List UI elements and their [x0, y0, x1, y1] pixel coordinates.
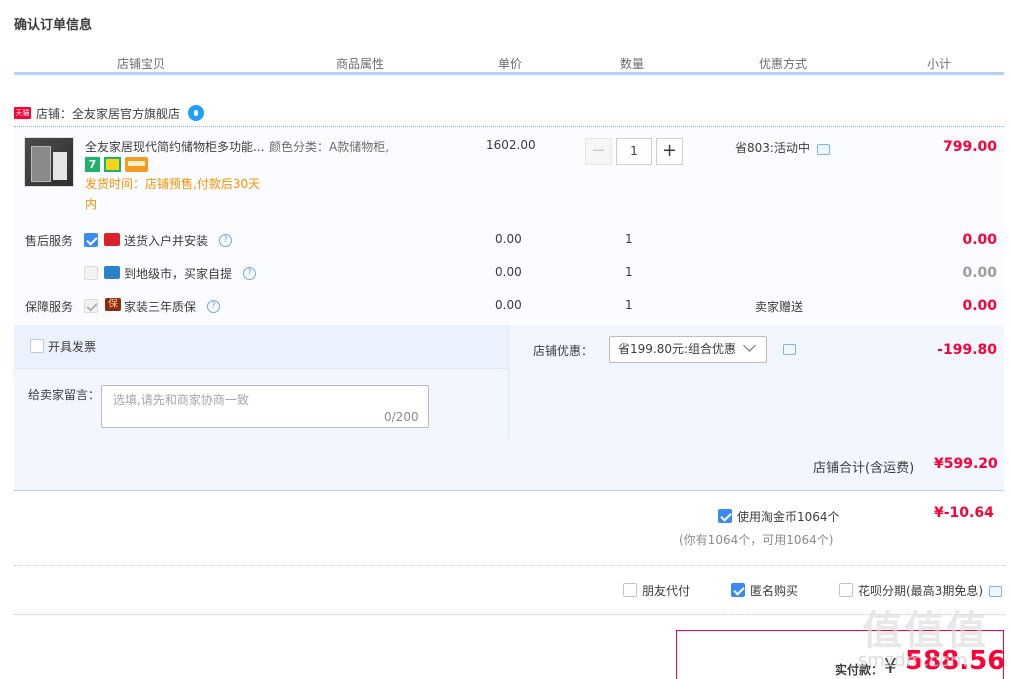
product-thumbnail[interactable] — [24, 137, 74, 187]
shop-discount-label: 店铺优惠： — [533, 344, 594, 358]
warranty-checkbox — [84, 299, 98, 313]
install-service-label: 送货入户并安装 — [124, 234, 209, 248]
taojinbi-label: 使用淘金币1064个 — [737, 510, 840, 524]
tmall-icon: 天猫 — [14, 107, 31, 119]
shop-total-label: 店铺合计(含运费) — [813, 461, 915, 476]
unit-price: 1602.00 — [486, 138, 536, 152]
divider — [14, 565, 1004, 566]
header-attributes: 商品属性 — [335, 57, 384, 71]
self-pickup-label: 到地级市，买家自提 — [124, 267, 233, 281]
service-subtotal: 0.00 — [962, 232, 997, 248]
invoice-label: 开具发票 — [48, 340, 97, 354]
quantity-increase-button[interactable]: + — [656, 138, 683, 165]
shop-discount-value: -199.80 — [937, 342, 997, 358]
invoice-checkbox[interactable] — [30, 339, 44, 353]
product-sku: 颜色分类：A款储物柜, — [269, 140, 390, 154]
message-label: 给卖家留言： — [28, 388, 101, 402]
shop-name-link[interactable]: 店铺：全友家居官方旗舰店 — [36, 105, 180, 122]
page-title: 确认订单信息 — [14, 18, 93, 33]
wangwang-chat-icon[interactable] — [188, 105, 205, 121]
delivery-truck-icon — [104, 233, 120, 246]
help-icon[interactable]: ? — [219, 234, 232, 247]
item-subtotal: 799.00 — [942, 139, 997, 155]
install-service-checkbox[interactable] — [84, 233, 98, 247]
header-quantity: 数量 — [619, 57, 644, 71]
service-price: 0.00 — [495, 232, 522, 246]
taojinbi-checkbox[interactable] — [718, 509, 732, 523]
huabei-info-icon[interactable] — [989, 586, 1002, 597]
header-discount: 优惠方式 — [758, 57, 807, 71]
message-placeholder: 选填,请先和商家协商一致 — [113, 393, 249, 407]
quantity-decrease-button[interactable]: − — [585, 138, 612, 165]
service-qty: 1 — [625, 232, 633, 246]
guarantee-label: 保障服务 — [25, 300, 74, 314]
shop-discount-select[interactable]: 省199.80元:组合优惠 — [609, 336, 767, 363]
huabei-checkbox[interactable] — [839, 583, 853, 597]
shipping-note: 发货时间：店铺预售,付款后30天内 — [85, 177, 261, 211]
panel-divider — [508, 325, 509, 438]
discount-info-icon[interactable] — [783, 344, 796, 355]
header-item: 店铺宝贝 — [116, 57, 165, 71]
quantity-stepper: − 1 + — [585, 138, 683, 165]
shop-row: 天猫 店铺：全友家居官方旗舰店 — [14, 103, 205, 123]
promo-text: 省803:活动中 — [735, 141, 810, 155]
credit-card-icon — [125, 157, 148, 172]
header-subtotal: 小计 — [926, 57, 951, 71]
friend-pay-checkbox[interactable] — [623, 583, 637, 597]
taojinbi-value: ¥-10.64 — [934, 505, 994, 521]
service-qty: 1 — [625, 298, 633, 312]
service-qty: 1 — [625, 265, 633, 279]
item-area — [14, 127, 1004, 323]
header-divider — [14, 72, 1004, 75]
message-count: 0/200 — [384, 410, 419, 424]
genuine-guarantee-icon — [104, 157, 121, 172]
anonymous-checkbox[interactable] — [731, 583, 745, 597]
watermark-logo: 值值值 — [862, 608, 988, 654]
product-name-link[interactable]: 全友家居现代简约储物柜多功能... — [85, 138, 265, 155]
warranty-label: 家装三年质保 — [124, 300, 197, 314]
service-subtotal: 0.00 — [962, 298, 997, 314]
service-promo: 卖家赠送 — [755, 300, 804, 314]
header-unit-price: 单价 — [497, 57, 522, 71]
shop-total-value: ¥599.20 — [934, 456, 998, 472]
friend-pay-label: 朋友代付 — [642, 584, 691, 598]
after-sale-label: 售后服务 — [25, 234, 74, 248]
huabei-label: 花呗分期(最高3期免息) — [858, 584, 983, 598]
help-icon[interactable]: ? — [243, 267, 256, 280]
service-price: 0.00 — [495, 265, 522, 279]
guarantee-icon: 保 — [105, 298, 121, 311]
taojinbi-note: (你有1064个，可用1064个) — [679, 533, 834, 547]
pickup-truck-icon — [104, 266, 120, 279]
seven-day-return-icon: 7 — [85, 157, 100, 172]
watermark-text: smzdm.com — [858, 650, 968, 671]
self-pickup-checkbox[interactable] — [84, 266, 98, 280]
service-price: 0.00 — [495, 298, 522, 312]
divider — [14, 614, 1004, 615]
service-subtotal: 0.00 — [962, 265, 997, 281]
promo-info-icon[interactable] — [817, 144, 830, 155]
anonymous-label: 匿名购买 — [750, 584, 799, 598]
help-icon[interactable]: ? — [207, 300, 220, 313]
quantity-input[interactable]: 1 — [616, 138, 652, 165]
